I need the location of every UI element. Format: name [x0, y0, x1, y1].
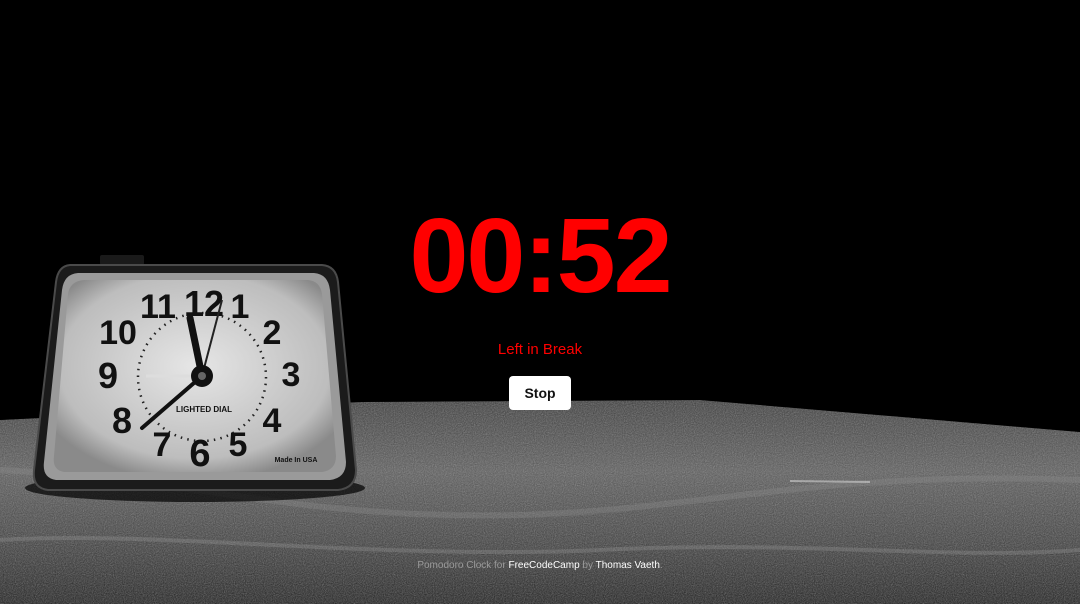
- dial-number-8: 8: [112, 400, 132, 441]
- footer-credits: Pomodoro Clock for FreeCodeCamp by Thoma…: [0, 559, 1080, 573]
- freecodecamp-link[interactable]: FreeCodeCamp: [508, 560, 579, 571]
- dial-number-6: 6: [189, 433, 210, 475]
- dial-number-5: 5: [229, 426, 248, 464]
- pomodoro-page: 12 1 2 3 4 5 6 7 8 9 10 11 LIGHTED DIAL …: [0, 0, 1080, 604]
- footer-by: by: [582, 560, 593, 571]
- svg-text:LIGHTED DIAL: LIGHTED DIAL: [176, 405, 232, 414]
- svg-text:Made In USA: Made In USA: [275, 457, 318, 464]
- countdown-display: 00:52: [409, 197, 672, 315]
- author-link[interactable]: Thomas Vaeth: [596, 560, 660, 571]
- dial-number-7: 7: [153, 426, 172, 464]
- footer-prefix: Pomodoro Clock for: [417, 560, 506, 571]
- dial-number-4: 4: [263, 402, 282, 440]
- footer-suffix: .: [659, 560, 663, 571]
- stop-button[interactable]: Stop: [509, 376, 571, 410]
- session-state-label: Left in Break: [497, 341, 583, 358]
- dial-number-9: 9: [98, 355, 118, 396]
- dial-number-3: 3: [282, 356, 301, 394]
